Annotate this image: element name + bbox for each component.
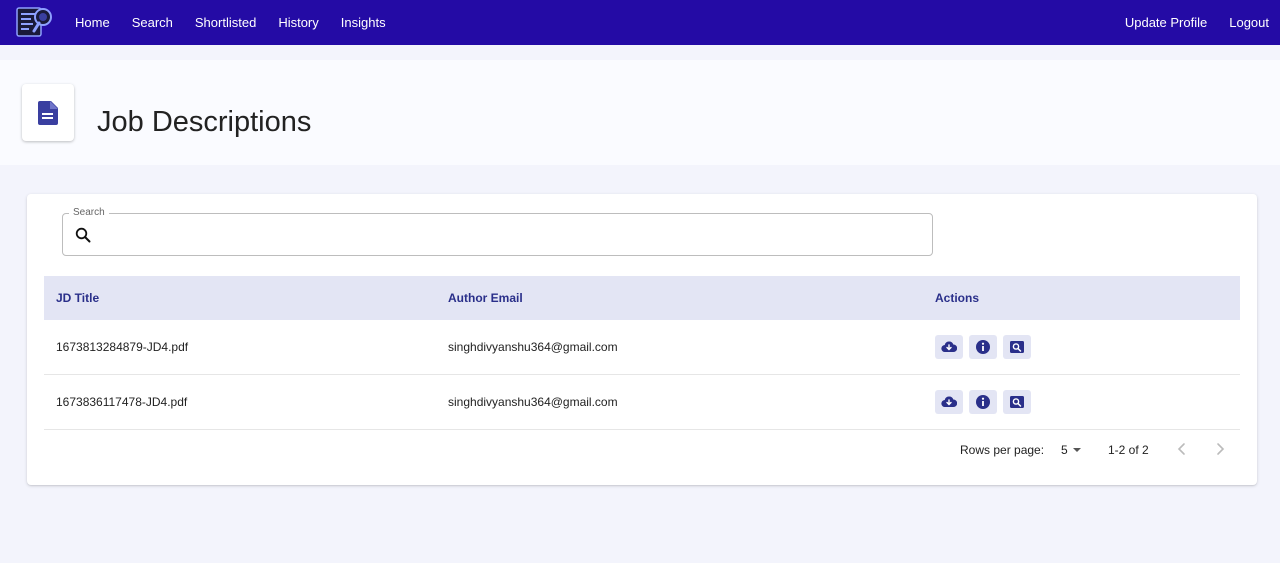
cloud-download-icon xyxy=(941,341,957,353)
column-header-actions: Actions xyxy=(935,291,980,305)
pagination-range: 1-2 of 2 xyxy=(1108,443,1149,457)
nav-logout[interactable]: Logout xyxy=(1218,15,1280,30)
nav-insights[interactable]: Insights xyxy=(330,15,397,30)
jd-title-cell: 1673836117478-JD4.pdf xyxy=(56,395,188,409)
app-logo-icon[interactable] xyxy=(15,4,55,40)
chevron-left-icon[interactable] xyxy=(1175,439,1189,459)
column-header-author-email[interactable]: Author Email xyxy=(436,291,923,305)
caret-down-icon xyxy=(1072,448,1081,452)
author-email-cell: singhdivyanshu364@gmail.com xyxy=(448,340,618,354)
column-header-jd-title[interactable]: JD Title xyxy=(44,291,436,305)
main-nav: Home Search Shortlisted History Insights xyxy=(64,0,397,45)
account-nav: Update Profile Logout xyxy=(1114,0,1280,45)
info-button[interactable] xyxy=(969,335,997,359)
rows-per-page-value: 5 xyxy=(1061,443,1068,457)
header-icon-card xyxy=(22,84,74,141)
nav-home[interactable]: Home xyxy=(64,15,121,30)
nav-history[interactable]: History xyxy=(267,15,329,30)
search-document-icon xyxy=(1010,341,1024,353)
download-button[interactable] xyxy=(935,335,963,359)
table-pagination: Rows per page: 5 1-2 of 2 xyxy=(27,431,1257,467)
table-row: 1673836117478-JD4.pdf singhdivyanshu364@… xyxy=(44,375,1240,430)
table-header: JD Title Author Email Actions xyxy=(44,276,1240,320)
top-navbar: Home Search Shortlisted History Insights… xyxy=(0,0,1280,45)
info-button[interactable] xyxy=(969,390,997,414)
jd-card: Search JD Title Author Email Actions 167… xyxy=(27,194,1257,485)
page-title: Job Descriptions xyxy=(97,106,312,138)
jd-table: JD Title Author Email Actions 1673813284… xyxy=(44,276,1240,430)
view-details-button[interactable] xyxy=(1003,335,1031,359)
chevron-right-icon[interactable] xyxy=(1213,439,1227,459)
info-icon xyxy=(976,340,990,354)
actions-cell xyxy=(923,335,1240,359)
search-document-icon xyxy=(1010,396,1024,408)
nav-shortlisted[interactable]: Shortlisted xyxy=(184,15,267,30)
search-icon xyxy=(75,227,91,243)
rows-per-page-select[interactable]: 5 xyxy=(1061,443,1082,457)
table-row: 1673813284879-JD4.pdf singhdivyanshu364@… xyxy=(44,320,1240,375)
rows-per-page-label: Rows per page: xyxy=(960,443,1045,457)
search-field[interactable]: Search xyxy=(62,207,933,256)
actions-cell xyxy=(923,390,1240,414)
page-header: Job Descriptions xyxy=(0,60,1280,165)
view-details-button[interactable] xyxy=(1003,390,1031,414)
search-label: Search xyxy=(69,207,109,218)
download-button[interactable] xyxy=(935,390,963,414)
info-icon xyxy=(976,395,990,409)
search-input[interactable] xyxy=(101,222,921,248)
document-icon xyxy=(38,100,58,125)
nav-search[interactable]: Search xyxy=(121,15,184,30)
nav-update-profile[interactable]: Update Profile xyxy=(1114,15,1218,30)
jd-title-cell: 1673813284879-JD4.pdf xyxy=(56,340,189,354)
author-email-cell: singhdivyanshu364@gmail.com xyxy=(448,395,618,409)
cloud-download-icon xyxy=(941,396,957,408)
